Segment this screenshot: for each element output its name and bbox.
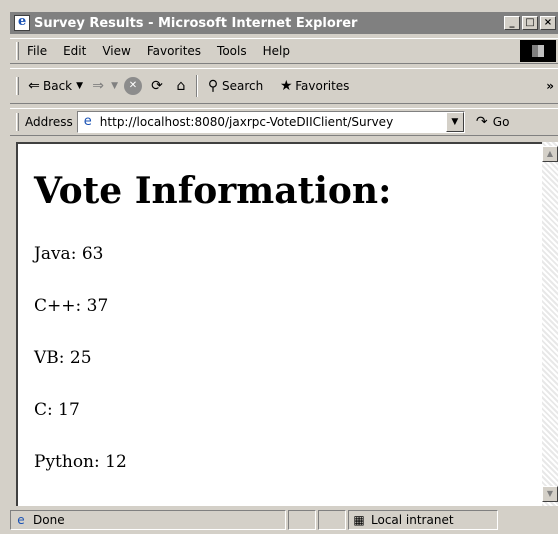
status-pane-2 <box>288 510 316 530</box>
page-content: Vote Information: Java: 63 C++: 37 VB: 2… <box>16 142 542 506</box>
refresh-icon: ⟳ <box>151 78 163 94</box>
zone-text: Local intranet <box>371 513 454 527</box>
address-field[interactable]: e http://localhost:8080/jaxrpc-VoteDIICl… <box>76 111 465 133</box>
scroll-up-icon[interactable]: ▲ <box>542 146 558 162</box>
back-dropdown-icon[interactable]: ▼ <box>76 81 83 91</box>
toolbar-grip[interactable] <box>16 77 19 95</box>
vote-vb: VB: 25 <box>34 348 92 368</box>
windows-logo-icon <box>520 40 556 62</box>
back-arrow-icon: ⇐ <box>28 78 40 94</box>
menu-edit[interactable]: Edit <box>55 44 94 58</box>
menu-bar: File Edit View Favorites Tools Help <box>10 38 558 64</box>
status-bar: e Done ▦ Local intranet <box>10 508 558 532</box>
menu-file[interactable]: File <box>19 44 55 58</box>
toolbar-overflow-chevron[interactable]: » <box>546 79 554 93</box>
vote-python: Python: 12 <box>34 452 127 472</box>
forward-dropdown-icon[interactable]: ▼ <box>111 81 118 91</box>
maximize-button[interactable]: □ <box>522 16 538 30</box>
zone-pane: ▦ Local intranet <box>348 510 498 530</box>
go-button[interactable]: ↷ Go <box>473 113 510 131</box>
menu-favorites[interactable]: Favorites <box>139 44 209 58</box>
stop-button[interactable]: ✕ <box>123 77 142 95</box>
go-label: Go <box>492 115 510 129</box>
page-icon: e <box>83 114 92 129</box>
close-button[interactable]: × <box>540 16 556 30</box>
window-controls: _ □ × <box>504 16 556 30</box>
address-label: Address <box>25 115 73 129</box>
home-icon: ⌂ <box>176 78 186 94</box>
vertical-scrollbar[interactable]: ▲ ▼ <box>542 142 558 506</box>
status-pane-main: e Done <box>10 510 286 530</box>
vote-cpp: C++: 37 <box>34 296 109 316</box>
title-bar[interactable]: Survey Results - Microsoft Internet Expl… <box>10 12 558 34</box>
favorites-label: Favorites <box>295 79 350 93</box>
menu-view[interactable]: View <box>94 44 138 58</box>
intranet-icon: ▦ <box>353 513 365 527</box>
search-button[interactable]: ⚲ Search <box>204 77 263 95</box>
search-icon: ⚲ <box>207 78 219 94</box>
window-title: Survey Results - Microsoft Internet Expl… <box>34 15 358 31</box>
address-dropdown-icon[interactable]: ▼ <box>445 112 464 132</box>
scroll-down-icon[interactable]: ▼ <box>542 486 558 502</box>
vote-c: C: 17 <box>34 400 80 420</box>
address-grip[interactable] <box>16 113 19 131</box>
address-bar: Address e http://localhost:8080/jaxrpc-V… <box>10 108 558 136</box>
stop-icon: ✕ <box>123 77 142 95</box>
home-button[interactable]: ⌂ <box>172 77 190 95</box>
refresh-button[interactable]: ⟳ <box>148 77 166 95</box>
menu-help[interactable]: Help <box>255 44 298 58</box>
favorites-button[interactable]: ★ Favorites <box>277 77 350 95</box>
go-arrow-icon: ↷ <box>475 114 488 130</box>
status-text: Done <box>33 513 65 527</box>
standard-toolbar: ⇐ Back ▼ ⇒ ▼ ✕ ⟳ ⌂ ⚲ Search ★ Favorites … <box>10 68 558 104</box>
resize-grip[interactable] <box>500 510 556 530</box>
toolbar-separator <box>195 75 198 97</box>
vote-java: Java: 63 <box>34 244 104 264</box>
minimize-button[interactable]: _ <box>504 16 520 30</box>
search-label: Search <box>221 79 264 93</box>
menu-tools[interactable]: Tools <box>209 44 255 58</box>
status-pane-3 <box>318 510 346 530</box>
forward-arrow-icon: ⇒ <box>92 78 104 94</box>
done-page-icon: e <box>17 513 25 527</box>
back-button[interactable]: ⇐ Back ▼ <box>25 77 83 95</box>
address-url[interactable]: http://localhost:8080/jaxrpc-VoteDIIClie… <box>100 115 446 129</box>
favorites-icon: ★ <box>279 78 293 94</box>
back-label: Back <box>43 79 73 93</box>
ie-logo-icon <box>14 14 30 31</box>
page-heading: Vote Information: <box>34 170 392 212</box>
forward-button[interactable]: ⇒ ▼ <box>89 77 118 95</box>
